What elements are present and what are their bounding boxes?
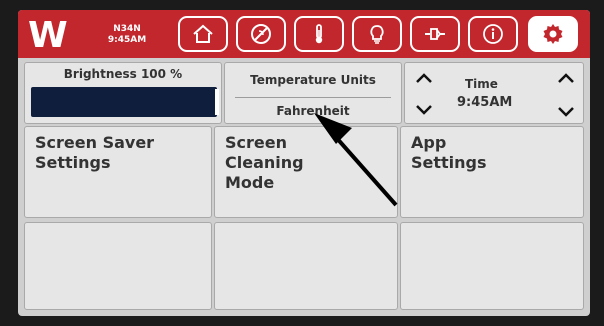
temperature-units-value[interactable]: Fahrenheit (235, 97, 391, 124)
home-icon (193, 24, 213, 43)
device-info: N34N 9:45AM (92, 24, 162, 46)
header-clock: 9:45AM (107, 35, 147, 45)
connection-button[interactable] (410, 16, 460, 52)
time-up-button-right[interactable] (553, 67, 579, 89)
brand-logo: W N34N 9:45AM (22, 14, 172, 56)
logo-letter: W (28, 15, 68, 56)
app-settings-tile[interactable]: App Settings (400, 126, 584, 218)
app-settings-label: App Settings (411, 133, 487, 172)
temperature-button[interactable] (294, 16, 344, 52)
screen-saver-settings-label: Screen Saver Settings (35, 133, 155, 172)
chevron-down-icon (558, 107, 574, 117)
brightness-slider[interactable] (31, 87, 219, 117)
lighting-button[interactable] (352, 16, 402, 52)
screen-cleaning-mode-tile[interactable]: Screen Cleaning Mode (214, 126, 398, 218)
time-down-button-right[interactable] (553, 101, 579, 123)
screen-saver-button[interactable] (236, 16, 286, 52)
home-button[interactable] (178, 16, 228, 52)
screen-saver-settings-tile[interactable]: Screen Saver Settings (24, 126, 212, 218)
brightness-panel: Brightness 100 % (24, 62, 222, 124)
time-panel: Time 9:45AM (404, 62, 584, 124)
lightbulb-icon (370, 25, 384, 44)
temperature-units-panel[interactable]: Temperature Units Fahrenheit (224, 62, 402, 124)
brightness-label: Brightness 100 % (63, 67, 183, 81)
empty-tile-2 (214, 222, 398, 310)
empty-tile-1 (24, 222, 212, 310)
chevron-down-icon (416, 105, 432, 115)
time-title: Time (465, 77, 498, 91)
gear-icon (543, 24, 563, 44)
screen-cleaning-mode-label: Screen Cleaning Mode (225, 133, 304, 192)
brightness-slider-handle[interactable] (215, 89, 219, 115)
time-up-button-left[interactable] (411, 67, 437, 89)
empty-tile-3 (400, 222, 584, 310)
top-nav-bar: W N34N 9:45AM (18, 10, 590, 58)
chevron-up-icon (558, 73, 574, 83)
device-screen: W N34N 9:45AM Brightness 100 % Temperatu… (18, 10, 590, 316)
info-button[interactable] (468, 16, 518, 52)
time-down-button-left[interactable] (411, 99, 437, 121)
device-id: N34N (113, 24, 141, 34)
chevron-up-icon (416, 73, 432, 83)
time-value: 9:45AM (457, 95, 513, 110)
info-icon (483, 24, 503, 44)
no-screen-saver-icon (251, 24, 271, 44)
thermometer-icon (315, 24, 323, 44)
settings-button[interactable] (528, 16, 578, 52)
temperature-units-title: Temperature Units (250, 73, 376, 87)
plug-icon (425, 28, 445, 40)
